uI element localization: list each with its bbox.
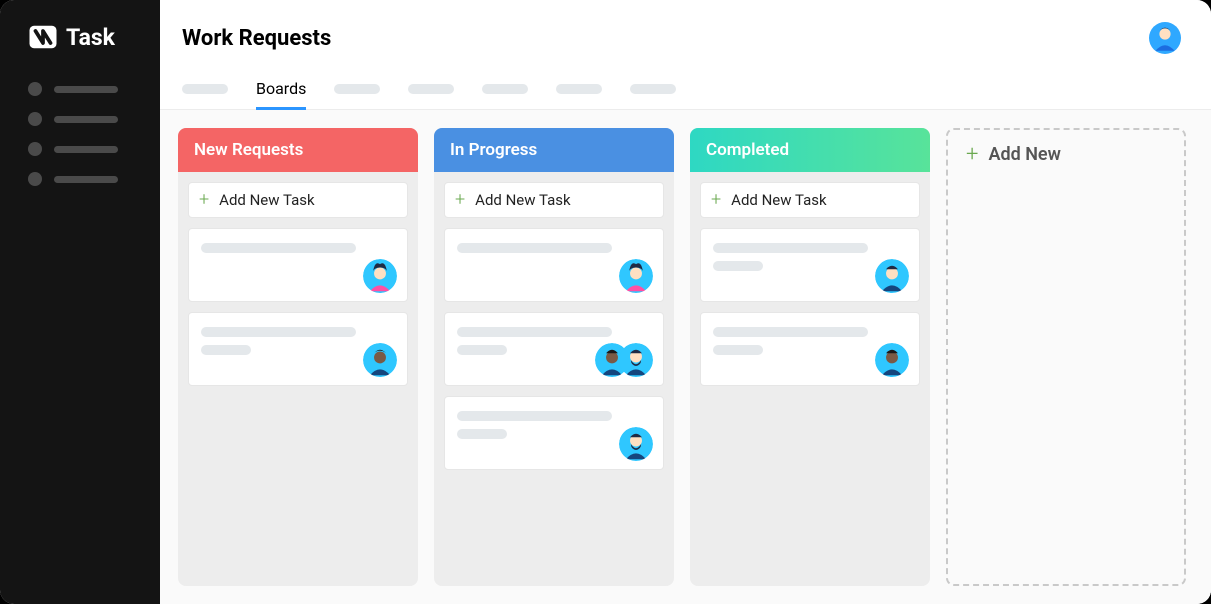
- title-skeleton: [457, 327, 612, 337]
- title-skeleton: [457, 243, 612, 253]
- tab-skeleton: [408, 84, 454, 94]
- nav-dot-icon: [28, 172, 42, 186]
- add-task-button[interactable]: + Add New Task: [188, 182, 408, 218]
- title-skeleton: [713, 243, 868, 253]
- task-card[interactable]: [700, 228, 920, 302]
- column-body: + Add New Task: [690, 172, 930, 396]
- add-column-label: Add New: [988, 144, 1060, 165]
- title-skeleton: [201, 327, 356, 337]
- avatar-icon: [619, 259, 653, 293]
- plus-icon: +: [711, 191, 721, 209]
- tab-placeholder[interactable]: [482, 68, 528, 109]
- tab-skeleton: [334, 84, 380, 94]
- add-task-label: Add New Task: [475, 191, 570, 209]
- column-title: Completed: [706, 140, 789, 160]
- card-assignees: [875, 259, 909, 293]
- nav-dot-icon: [28, 112, 42, 126]
- subtitle-skeleton: [201, 345, 251, 355]
- task-card[interactable]: [444, 396, 664, 470]
- nav-placeholder: [54, 146, 118, 153]
- card-assignees: [363, 259, 397, 293]
- sidebar: Task: [0, 0, 160, 604]
- task-card[interactable]: [188, 312, 408, 386]
- column-body: + Add New Task: [434, 172, 674, 480]
- user-avatar[interactable]: [1149, 22, 1181, 54]
- column-new-requests: New Requests + Add New Task: [178, 128, 418, 586]
- add-task-button[interactable]: + Add New Task: [700, 182, 920, 218]
- tab-skeleton: [630, 84, 676, 94]
- avatar-icon: [363, 343, 397, 377]
- nav-dot-icon: [28, 82, 42, 96]
- nav-placeholder: [54, 116, 118, 123]
- column-header: New Requests: [178, 128, 418, 172]
- avatar-icon: [619, 427, 653, 461]
- task-card[interactable]: [188, 228, 408, 302]
- add-task-button[interactable]: + Add New Task: [444, 182, 664, 218]
- subtitle-skeleton: [713, 345, 763, 355]
- tab-skeleton: [556, 84, 602, 94]
- title-skeleton: [713, 327, 868, 337]
- column-header: Completed: [690, 128, 930, 172]
- tab-placeholder[interactable]: [408, 68, 454, 109]
- avatar-icon: [619, 343, 653, 377]
- subtitle-skeleton: [457, 345, 507, 355]
- avatar-icon: [875, 259, 909, 293]
- sidebar-item[interactable]: [28, 142, 132, 156]
- column-in-progress: In Progress + Add New Task: [434, 128, 674, 586]
- card-assignees: [619, 259, 653, 293]
- card-assignees: [595, 343, 653, 377]
- avatar-icon: [363, 259, 397, 293]
- tab-skeleton: [482, 84, 528, 94]
- nav-placeholder: [54, 176, 118, 183]
- task-card[interactable]: [444, 312, 664, 386]
- tab-placeholder[interactable]: [182, 68, 228, 109]
- page-title: Work Requests: [182, 26, 331, 51]
- sidebar-item[interactable]: [28, 172, 132, 186]
- card-assignees: [619, 427, 653, 461]
- header: Work Requests: [160, 0, 1211, 68]
- subtitle-skeleton: [713, 261, 763, 271]
- plus-icon: +: [455, 191, 465, 209]
- column-header: In Progress: [434, 128, 674, 172]
- tab-skeleton: [182, 84, 228, 94]
- add-task-label: Add New Task: [219, 191, 314, 209]
- plus-icon: +: [199, 191, 209, 209]
- task-card[interactable]: [700, 312, 920, 386]
- card-assignees: [875, 343, 909, 377]
- task-card[interactable]: [444, 228, 664, 302]
- tab-placeholder[interactable]: [334, 68, 380, 109]
- add-task-label: Add New Task: [731, 191, 826, 209]
- column-completed: Completed + Add New Task: [690, 128, 930, 586]
- sidebar-nav: [0, 82, 160, 186]
- title-skeleton: [201, 243, 356, 253]
- logo-icon: [28, 22, 58, 52]
- tab-boards[interactable]: Boards: [256, 68, 306, 109]
- app-logo: Task: [0, 22, 160, 82]
- nav-placeholder: [54, 86, 118, 93]
- plus-icon: +: [966, 144, 978, 166]
- subtitle-skeleton: [457, 429, 507, 439]
- title-skeleton: [457, 411, 612, 421]
- view-tabs: Boards: [160, 68, 1211, 110]
- avatar-icon: [875, 343, 909, 377]
- column-title: In Progress: [450, 140, 537, 160]
- app-name: Task: [66, 24, 115, 51]
- column-body: + Add New Task: [178, 172, 418, 396]
- card-assignees: [363, 343, 397, 377]
- column-title: New Requests: [194, 140, 303, 160]
- tab-placeholder[interactable]: [556, 68, 602, 109]
- tab-placeholder[interactable]: [630, 68, 676, 109]
- board-area: New Requests + Add New Task: [160, 110, 1211, 604]
- tab-label: Boards: [256, 79, 306, 98]
- sidebar-item[interactable]: [28, 112, 132, 126]
- main-content: Work Requests Boards New Requests: [160, 0, 1211, 604]
- add-column-button[interactable]: + Add New: [946, 128, 1186, 586]
- nav-dot-icon: [28, 142, 42, 156]
- sidebar-item[interactable]: [28, 82, 132, 96]
